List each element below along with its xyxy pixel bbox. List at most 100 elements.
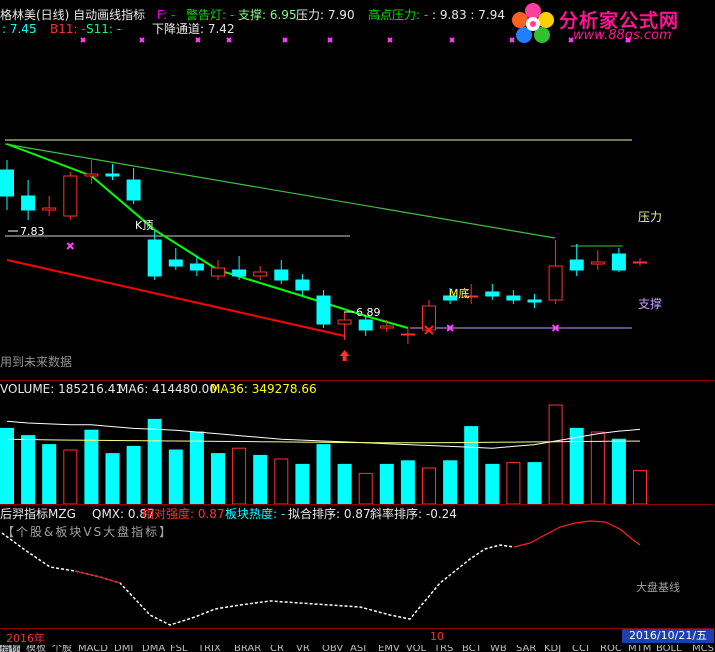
top-row-marker-icon [625,37,631,43]
candle-body[interactable] [253,271,268,277]
candle-body[interactable] [126,179,141,201]
red-trend-line [6,259,345,337]
candle-body[interactable] [527,299,542,303]
candle-body[interactable] [590,261,605,265]
indicator-tab-emv[interactable]: EMV [378,645,400,652]
indicator-tab-cci[interactable]: CCI [572,645,589,652]
candle-body[interactable] [105,173,120,177]
indicator-tab-dmi[interactable]: DMI [114,645,133,652]
candle-body[interactable] [295,279,310,291]
candle-body[interactable] [633,261,647,264]
volume-bar[interactable] [569,427,584,504]
indicator-tab-vol[interactable]: VOL [406,645,426,652]
top-row-marker-icon [139,37,145,43]
low-price-label: 6.89 [356,306,381,319]
volume-bar[interactable] [590,431,605,504]
candle-body[interactable] [168,259,183,267]
volume-bar[interactable] [316,444,331,504]
indicator-tab-brar[interactable]: BRAR [234,645,261,652]
volume-bar[interactable] [232,447,247,504]
candle-body[interactable] [379,325,394,329]
candle-body[interactable] [232,269,247,277]
volume-bar[interactable] [295,463,310,504]
volume-bar[interactable] [63,449,78,504]
indicator-tab-boll[interactable]: BOLL [656,645,682,652]
high-price-label: 7.83 [20,225,45,238]
volume-bar[interactable] [527,462,542,504]
price-chart[interactable]: K顶 M底 压力支撑 7.83 6.89 [0,0,715,380]
indicator-tab-sar[interactable]: SAR [516,645,536,652]
candle-body[interactable] [63,175,78,217]
volume-bar[interactable] [168,449,183,504]
candle-body[interactable] [147,239,162,277]
indicator-tab-obv[interactable]: OBV [322,645,343,652]
candle-body[interactable] [84,173,99,177]
volume-bar[interactable] [21,435,36,504]
candle-body[interactable] [611,253,626,271]
indicator-tab-mtm[interactable]: MTM [628,645,651,652]
indicator-tab-指标[interactable]: 指标 [0,645,20,652]
indicator-tab-dma[interactable]: DMA [142,645,165,652]
indicator-tab-bct[interactable]: BCT [462,645,482,652]
volume-bar[interactable] [147,418,162,504]
m-bottom-label: M底 [449,286,470,300]
volume-bar[interactable] [506,462,521,504]
candle-body[interactable] [189,263,204,271]
indicator-tab-wb[interactable]: WB [490,645,507,652]
indicator-tab-个股[interactable]: 个股 [52,645,72,652]
volume-bar[interactable] [189,431,204,504]
candle-body[interactable] [0,169,14,197]
top-row-marker-icon [509,37,515,43]
volume-bar[interactable] [42,444,57,504]
candle-body[interactable] [337,319,352,325]
candle-body[interactable] [42,207,57,211]
indicator-tab-vr[interactable]: VR [296,645,310,652]
indicator-tab-mcst[interactable]: MCST [692,645,715,652]
indicator-tab-cr[interactable]: CR [270,645,284,652]
indicator-tab-trs[interactable]: TRS [434,645,453,652]
indicator-tab-kdj[interactable]: KDJ [544,645,561,652]
volume-bar[interactable] [485,463,500,504]
volume-bar[interactable] [379,463,394,504]
volume-bar[interactable] [274,458,289,504]
indicator-tab-asi[interactable]: ASI [350,645,366,652]
candle-body[interactable] [400,333,415,336]
indicator-tab-trix[interactable]: TRIX [198,645,221,652]
indicator-tab-fsl[interactable]: FSL [170,645,188,652]
volume-bar[interactable] [611,438,626,504]
candle-body[interactable] [274,269,289,281]
indicator-chart[interactable]: 大盘基线 [0,505,715,628]
volume-bar[interactable] [548,404,563,504]
volume-bar[interactable] [211,453,225,504]
indicator-tab-macd[interactable]: MACD [78,645,108,652]
indicator-tab-roc[interactable]: ROC [600,645,622,652]
month-label: 10 [430,630,444,643]
volume-bar[interactable] [105,453,120,504]
candle-body[interactable] [358,319,373,331]
volume-bar[interactable] [253,454,268,504]
volume-bar[interactable] [400,460,415,504]
volume-bar[interactable] [464,426,479,504]
candle-body[interactable] [316,295,331,325]
indicator-tab-模板[interactable]: 模板 [26,645,46,652]
volume-bar[interactable] [358,472,373,504]
candle-body[interactable] [485,291,500,297]
candle-body[interactable] [422,305,436,331]
volume-chart[interactable] [0,380,715,504]
volume-bar[interactable] [126,445,141,504]
candle-body[interactable] [506,295,521,301]
volume-bar[interactable] [84,429,99,504]
top-row-marker-icon [449,37,455,43]
pressure-tag: 压力 [638,210,662,224]
indicator-white-dashed-line [1,532,515,626]
volume-bar[interactable] [422,467,436,504]
candle-body[interactable] [21,195,36,211]
volume-bar[interactable] [443,460,458,504]
volume-bar[interactable] [633,470,647,504]
date-badge: 2016/10/21/五 [622,629,714,643]
future-data-note: 用到未来数据 [0,355,73,369]
candle-body[interactable] [569,259,584,271]
volume-bar[interactable] [337,463,352,504]
candle-body[interactable] [548,265,563,301]
candle-body[interactable] [211,267,225,277]
